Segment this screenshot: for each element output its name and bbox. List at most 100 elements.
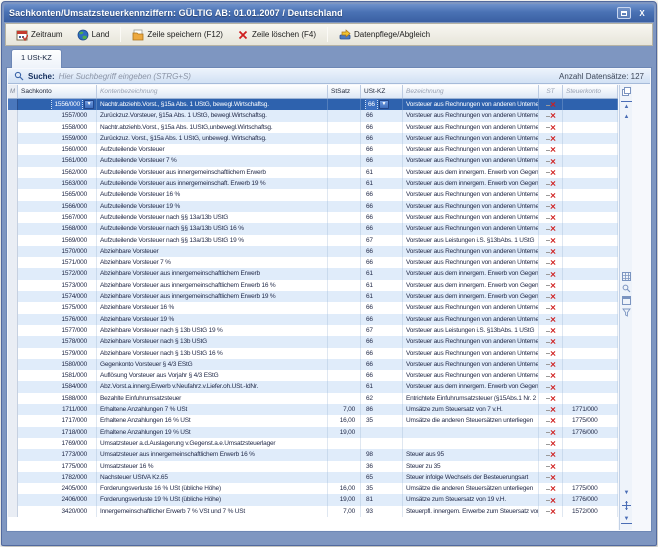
row-marker-cell[interactable] bbox=[8, 336, 18, 347]
row-marker-cell[interactable] bbox=[8, 314, 18, 325]
ustkz-cell[interactable]: 66▼ bbox=[361, 99, 403, 110]
zoom-search-icon[interactable] bbox=[621, 283, 632, 293]
kontenbezeichnung-cell[interactable]: Abziehbare Vorsteuer 16 % bbox=[97, 302, 328, 313]
row-marker-cell[interactable] bbox=[8, 359, 18, 370]
row-marker-cell[interactable] bbox=[8, 189, 18, 200]
bezeichnung-cell[interactable]: Steuer zu 35 bbox=[403, 461, 539, 472]
kontenbezeichnung-cell[interactable]: Aufzuteilende Vorsteuer bbox=[97, 144, 328, 155]
stsatz-cell[interactable] bbox=[328, 155, 361, 166]
row-marker-cell[interactable] bbox=[8, 201, 18, 212]
ustkz-dropdown-icon[interactable]: ▼ bbox=[379, 100, 389, 109]
steuerkonto-cell[interactable] bbox=[563, 336, 618, 347]
scroll-to-top-icon[interactable]: ▲ bbox=[621, 101, 632, 111]
ustkz-cell[interactable]: 36 bbox=[361, 461, 403, 472]
bezeichnung-cell[interactable]: Vorsteuer aus Rechnungen von anderen Unt… bbox=[403, 133, 539, 144]
table-row[interactable]: 2406/000Forderungsverluste 19 % USt (übl… bbox=[8, 494, 618, 505]
st-cell[interactable] bbox=[539, 461, 563, 472]
st-cell[interactable] bbox=[539, 268, 563, 279]
st-cell[interactable] bbox=[539, 438, 563, 449]
row-marker-cell[interactable] bbox=[8, 122, 18, 133]
stsatz-cell[interactable]: 16,00 bbox=[328, 483, 361, 494]
table-row[interactable]: 1581/000Auflösung Vorsteuer aus Vorjahr … bbox=[8, 370, 618, 381]
stsatz-cell[interactable] bbox=[328, 359, 361, 370]
stsatz-cell[interactable] bbox=[328, 144, 361, 155]
steuerkonto-cell[interactable] bbox=[563, 223, 618, 234]
table-row[interactable]: 1578/000Abziehbare Vorsteuer nach § 13b … bbox=[8, 336, 618, 347]
steuerkonto-cell[interactable]: 1776/000 bbox=[563, 494, 618, 505]
st-cell[interactable] bbox=[539, 122, 563, 133]
steuerkonto-cell[interactable] bbox=[563, 438, 618, 449]
bezeichnung-cell[interactable]: Vorsteuer aus dem innergem. Erwerb von G… bbox=[403, 291, 539, 302]
row-marker-cell[interactable] bbox=[8, 268, 18, 279]
ustkz-cell[interactable]: 61 bbox=[361, 178, 403, 189]
steuerkonto-cell[interactable] bbox=[563, 212, 618, 223]
zeile-speichern-button[interactable]: Zeile speichern (F12) bbox=[126, 26, 229, 44]
stsatz-cell[interactable] bbox=[328, 314, 361, 325]
sachkonto-cell[interactable]: 1562/000 bbox=[18, 167, 97, 178]
ustkz-cell[interactable]: 66 bbox=[361, 246, 403, 257]
sachkonto-cell[interactable]: 2405/000 bbox=[18, 483, 97, 494]
table-row[interactable]: 1577/000Abziehbare Vorsteuer nach § 13b … bbox=[8, 325, 618, 336]
st-cell[interactable] bbox=[539, 472, 563, 483]
bezeichnung-cell[interactable]: Vorsteuer aus dem innergem. Erwerb von G… bbox=[403, 280, 539, 291]
st-cell[interactable] bbox=[539, 178, 563, 189]
kontenbezeichnung-cell[interactable]: Aufzuteilende Vorsteuer nach §§ 13a/13b … bbox=[97, 235, 328, 246]
stsatz-cell[interactable] bbox=[328, 133, 361, 144]
steuerkonto-cell[interactable]: 1776/000 bbox=[563, 427, 618, 438]
stsatz-cell[interactable] bbox=[328, 302, 361, 313]
steuerkonto-cell[interactable] bbox=[563, 257, 618, 268]
scroll-up-icon[interactable]: ▲ bbox=[621, 112, 632, 122]
steuerkonto-cell[interactable] bbox=[563, 393, 618, 404]
marker-column-header[interactable]: M bbox=[8, 85, 18, 98]
ustkz-cell[interactable]: 66 bbox=[361, 348, 403, 359]
steuerkonto-cell[interactable] bbox=[563, 133, 618, 144]
steuerkonto-cell[interactable] bbox=[563, 201, 618, 212]
close-icon[interactable]: X bbox=[635, 7, 649, 19]
row-marker-cell[interactable] bbox=[8, 449, 18, 460]
kontenbezeichnung-cell[interactable]: Erhaltene Anzahlungen 7 % USt bbox=[97, 404, 328, 415]
kontenbezeichnung-cell[interactable]: Abziehbare Vorsteuer 19 % bbox=[97, 314, 328, 325]
table-row[interactable]: 1588/000Bezahlte Einfuhrumsatzsteuer62En… bbox=[8, 393, 618, 404]
kontenbezeichnung-cell[interactable]: Gegenkonto Vorsteuer § 4/3 EStG bbox=[97, 359, 328, 370]
sachkonto-cell[interactable]: 1556/000▼ bbox=[18, 99, 97, 110]
sachkonto-cell[interactable]: 1572/000 bbox=[18, 268, 97, 279]
stsatz-cell[interactable] bbox=[328, 449, 361, 460]
table-row[interactable]: 1560/000Aufzuteilende Vorsteuer66Vorsteu… bbox=[8, 144, 618, 155]
bezeichnung-cell[interactable]: Umsätze die anderen Steuersätzen unterli… bbox=[403, 415, 539, 426]
kontenbezeichnung-cell[interactable]: Aufzuteilende Vorsteuer 19 % bbox=[97, 201, 328, 212]
row-marker-cell[interactable] bbox=[8, 348, 18, 359]
st-cell[interactable] bbox=[539, 133, 563, 144]
ustkz-cell[interactable]: 66 bbox=[361, 122, 403, 133]
datenpflege-button[interactable]: Datenpflege/Abgleich bbox=[333, 26, 436, 44]
steuerkonto-cell[interactable]: 1775/000 bbox=[563, 415, 618, 426]
sachkonto-cell[interactable]: 1573/000 bbox=[18, 280, 97, 291]
bezeichnung-cell[interactable]: Steuer infolge Wechsels der Besteuerungs… bbox=[403, 472, 539, 483]
sachkonto-cell[interactable]: 1570/000 bbox=[18, 246, 97, 257]
kontenbezeichnung-cell[interactable]: Abziehbare Vorsteuer aus innergemeinscha… bbox=[97, 268, 328, 279]
table-row[interactable]: 1775/000Umsatzsteuer 16 %36Steuer zu 35 bbox=[8, 461, 618, 472]
bezeichnung-cell[interactable]: Vorsteuer aus Rechnungen von anderen Unt… bbox=[403, 212, 539, 223]
steuerkonto-cell[interactable] bbox=[563, 99, 618, 110]
kontenbezeichnung-cell[interactable]: Forderungsverluste 16 % USt (übliche Höh… bbox=[97, 483, 328, 494]
table-row[interactable]: 1575/000Abziehbare Vorsteuer 16 %66Vorst… bbox=[8, 302, 618, 313]
sachkonto-cell[interactable]: 1561/000 bbox=[18, 155, 97, 166]
ustkz-cell[interactable]: 66 bbox=[361, 257, 403, 268]
stsatz-cell[interactable] bbox=[328, 348, 361, 359]
kontenbezeichnung-cell[interactable]: Abziehbare Vorsteuer aus innergemeinscha… bbox=[97, 280, 328, 291]
column-header-stsatz[interactable]: StSatz bbox=[328, 85, 361, 98]
stsatz-cell[interactable] bbox=[328, 257, 361, 268]
bezeichnung-cell[interactable]: Umsätze zum Steuersatz von 19 v.H. bbox=[403, 494, 539, 505]
sachkonto-cell[interactable]: 1559/000 bbox=[18, 133, 97, 144]
stsatz-cell[interactable] bbox=[328, 291, 361, 302]
stsatz-cell[interactable]: 19,00 bbox=[328, 494, 361, 505]
sachkonto-cell[interactable]: 1718/000 bbox=[18, 427, 97, 438]
kontenbezeichnung-cell[interactable]: Abziehbare Vorsteuer nach § 13b UStG 16 … bbox=[97, 348, 328, 359]
table-row[interactable]: 1574/000Abziehbare Vorsteuer aus innerge… bbox=[8, 291, 618, 302]
row-marker-cell[interactable] bbox=[8, 212, 18, 223]
bezeichnung-cell[interactable]: Vorsteuer aus Rechnungen von anderen Unt… bbox=[403, 302, 539, 313]
stsatz-cell[interactable] bbox=[328, 461, 361, 472]
row-marker-cell[interactable] bbox=[8, 144, 18, 155]
stsatz-cell[interactable] bbox=[328, 223, 361, 234]
steuerkonto-cell[interactable] bbox=[563, 370, 618, 381]
scroll-down-icon[interactable]: ▼ bbox=[621, 488, 632, 498]
